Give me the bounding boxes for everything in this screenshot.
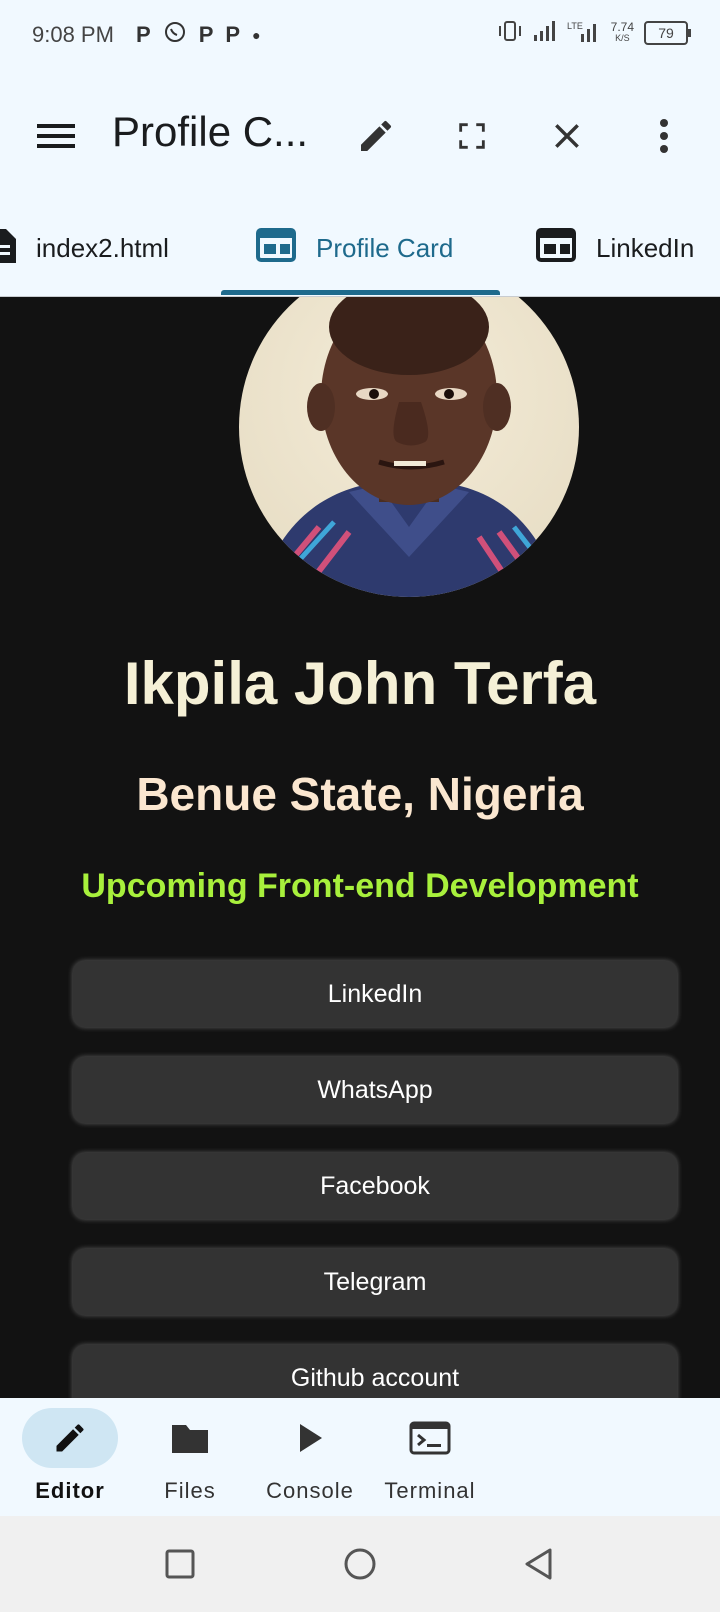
p-app-icon: P (198, 22, 214, 47)
nav-console[interactable]: Console (250, 1398, 370, 1516)
system-indicators: LTE 7.74 K/S 79 (497, 19, 691, 45)
whatsapp-icon (163, 20, 187, 50)
tab-label: LinkedIn (596, 232, 695, 263)
more-options-icon[interactable] (638, 110, 690, 162)
battery-icon: 79 (644, 20, 691, 45)
vibrate-icon (497, 20, 523, 45)
network-speed-value: 7.74 (610, 19, 634, 34)
close-icon[interactable] (541, 110, 593, 162)
linkedin-button[interactable]: LinkedIn (73, 961, 677, 1027)
profile-tagline: Upcoming Front-end Development (81, 867, 639, 905)
facebook-button[interactable]: Facebook (73, 1153, 677, 1219)
home-icon[interactable] (340, 1544, 380, 1584)
whatsapp-button[interactable]: WhatsApp (73, 1057, 677, 1123)
nav-label: Terminal (384, 1478, 476, 1503)
p-app-icon: P (225, 22, 241, 47)
web-icon (256, 227, 296, 269)
nav-label: Files (164, 1478, 216, 1503)
signal-icon (533, 21, 557, 44)
file-tabs: index2.html Profile Card LinkedIn (0, 200, 720, 297)
battery-level: 79 (658, 24, 674, 41)
tab-label: index2.html (36, 232, 169, 263)
profile-name: Ikpila John Terfa (123, 650, 597, 717)
system-navigation-bar (0, 1516, 720, 1612)
p-app-icon: P (136, 22, 151, 47)
preview-pane[interactable]: Ikpila John Terfa Benue State, Nigeria U… (0, 297, 720, 1398)
nav-label: Console (266, 1478, 354, 1503)
bottom-navigation: Editor Files Console Terminal (0, 1398, 720, 1516)
tab-label: Profile Card (316, 232, 454, 263)
nav-label: Editor (35, 1478, 105, 1503)
active-tab-indicator (221, 290, 500, 295)
github-button[interactable]: Github account (73, 1345, 677, 1398)
network-speed: 7.74 K/S (610, 19, 634, 44)
menu-icon[interactable] (30, 110, 82, 162)
nav-terminal[interactable]: Terminal (370, 1398, 490, 1516)
fullscreen-icon[interactable] (446, 110, 498, 162)
status-time: 9:08 PM (32, 22, 114, 47)
tab-linkedin[interactable]: LinkedIn (536, 200, 694, 296)
status-bar: 9:08 PM P P P ● LTE 7.74 K/S 79 (0, 0, 720, 72)
network-speed-unit: K/S (615, 32, 630, 43)
web-icon (536, 227, 576, 269)
tab-index2[interactable]: index2.html (0, 200, 169, 296)
nav-files[interactable]: Files (130, 1398, 250, 1516)
back-icon[interactable] (518, 1544, 558, 1584)
nav-editor[interactable]: Editor (10, 1398, 130, 1516)
profile-photo (239, 297, 579, 597)
profile-location: Benue State, Nigeria (136, 768, 584, 820)
telegram-button[interactable]: Telegram (73, 1249, 677, 1315)
lte-signal-icon: LTE (567, 20, 601, 45)
page-title: Profile C... (112, 108, 309, 155)
svg-text:LTE: LTE (567, 21, 583, 31)
edit-icon (22, 1408, 118, 1468)
tab-profile-card[interactable]: Profile Card (256, 200, 453, 296)
play-icon (262, 1408, 358, 1468)
notification-icons: P P P ● (136, 20, 261, 50)
edit-icon[interactable] (350, 110, 402, 162)
app-bar: Profile C... (0, 72, 720, 200)
terminal-icon (382, 1408, 478, 1468)
dot-icon: ● (252, 27, 261, 43)
folder-icon (142, 1408, 238, 1468)
file-icon (0, 227, 16, 270)
recents-icon[interactable] (160, 1544, 200, 1584)
